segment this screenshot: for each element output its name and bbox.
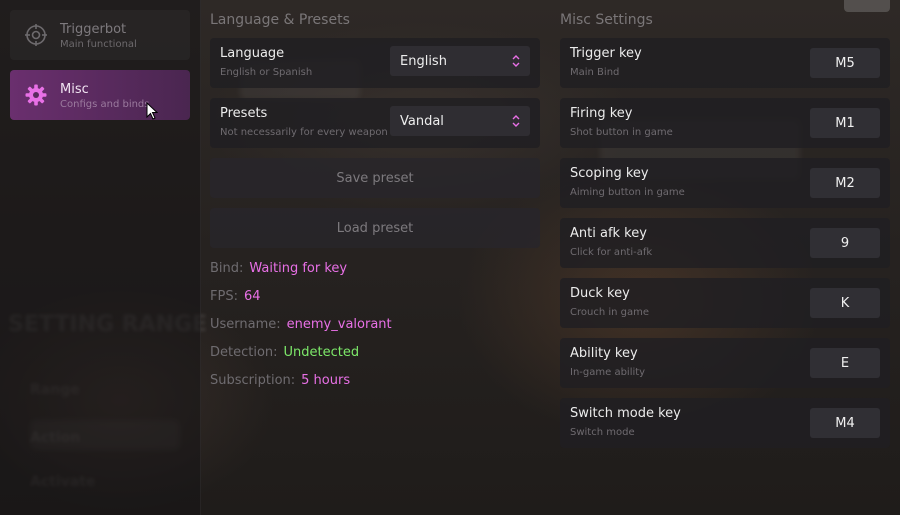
key-subtitle: Switch mode <box>570 427 635 438</box>
duck-key-row: Duck key Crouch in game K <box>560 278 890 328</box>
sidebar: Triggerbot Main functional Misc Configs … <box>0 0 201 515</box>
switch-mode-key-button[interactable]: M4 <box>810 408 880 438</box>
scoping-key-row: Scoping key Aiming button in game M2 <box>560 158 890 208</box>
key-label: Firing key <box>570 106 633 121</box>
key-subtitle: Main Bind <box>570 67 620 78</box>
detection-value: Undetected <box>283 345 360 360</box>
language-presets-title: Language & Presets <box>210 12 350 28</box>
subscription-label: Subscription: <box>210 373 296 388</box>
bind-value: Waiting for key <box>249 261 348 276</box>
mouse-cursor-icon <box>146 102 158 120</box>
sidebar-item-label: Triggerbot <box>60 22 127 37</box>
key-subtitle: In-game ability <box>570 367 646 378</box>
trigger-key-button[interactable]: M5 <box>810 48 880 78</box>
presets-select-value: Vandal <box>400 114 444 129</box>
trigger-key-row: Trigger key Main Bind M5 <box>560 38 890 88</box>
subscription-status: Subscription: 5 hours <box>210 373 350 388</box>
username-label: Username: <box>210 317 281 332</box>
fps-status: FPS: 64 <box>210 289 261 304</box>
language-subtitle: English or Spanish <box>220 67 313 78</box>
key-subtitle: Aiming button in game <box>570 187 685 198</box>
subscription-value: 5 hours <box>301 373 351 388</box>
gear-icon <box>25 84 47 106</box>
presets-card: Presets Not necessarily for every weapon… <box>210 98 540 148</box>
language-select-value: English <box>400 54 447 69</box>
key-label: Anti afk key <box>570 226 647 241</box>
chevron-up-down-icon <box>512 115 520 127</box>
bind-label: Bind: <box>210 261 244 276</box>
key-subtitle: Crouch in game <box>570 307 650 318</box>
key-label: Duck key <box>570 286 630 301</box>
fps-label: FPS: <box>210 289 238 304</box>
key-subtitle: Click for anti-afk <box>570 247 653 258</box>
scoping-key-button[interactable]: M2 <box>810 168 880 198</box>
username-status: Username: enemy_valorant <box>210 317 392 332</box>
sidebar-item-label: Misc <box>60 82 89 97</box>
firing-key-button[interactable]: M1 <box>810 108 880 138</box>
language-label: Language <box>220 46 285 61</box>
ability-key-row: Ability key In-game ability E <box>560 338 890 388</box>
sidebar-item-triggerbot[interactable]: Triggerbot Main functional <box>10 10 190 60</box>
sidebar-item-subtitle: Main functional <box>60 39 137 50</box>
anti-afk-key-button[interactable]: 9 <box>810 228 880 258</box>
presets-label: Presets <box>220 106 268 121</box>
sidebar-item-subtitle: Configs and binds <box>60 99 150 110</box>
crosshair-icon <box>25 24 47 46</box>
anti-afk-key-row: Anti afk key Click for anti-afk 9 <box>560 218 890 268</box>
username-value: enemy_valorant <box>286 317 392 332</box>
switch-mode-key-row: Switch mode key Switch mode M4 <box>560 398 890 448</box>
save-preset-button[interactable]: Save preset <box>210 158 540 198</box>
key-label: Switch mode key <box>570 406 681 421</box>
presets-select[interactable]: Vandal <box>390 106 530 136</box>
language-card: Language English or Spanish English <box>210 38 540 88</box>
misc-settings-title: Misc Settings <box>560 12 653 28</box>
fps-value: 64 <box>243 289 261 304</box>
key-label: Ability key <box>570 346 638 361</box>
ability-key-button[interactable]: E <box>810 348 880 378</box>
sidebar-item-misc[interactable]: Misc Configs and binds <box>10 70 190 120</box>
detection-label: Detection: <box>210 345 278 360</box>
language-select[interactable]: English <box>390 46 530 76</box>
chevron-up-down-icon <box>512 55 520 67</box>
load-preset-button[interactable]: Load preset <box>210 208 540 248</box>
key-subtitle: Shot button in game <box>570 127 673 138</box>
presets-subtitle: Not necessarily for every weapon <box>220 127 388 138</box>
detection-status: Detection: Undetected <box>210 345 359 360</box>
key-label: Trigger key <box>570 46 642 61</box>
duck-key-button[interactable]: K <box>810 288 880 318</box>
key-label: Scoping key <box>570 166 649 181</box>
bind-status: Bind: Waiting for key <box>210 261 347 276</box>
window-control-bar[interactable] <box>844 0 890 12</box>
firing-key-row: Firing key Shot button in game M1 <box>560 98 890 148</box>
